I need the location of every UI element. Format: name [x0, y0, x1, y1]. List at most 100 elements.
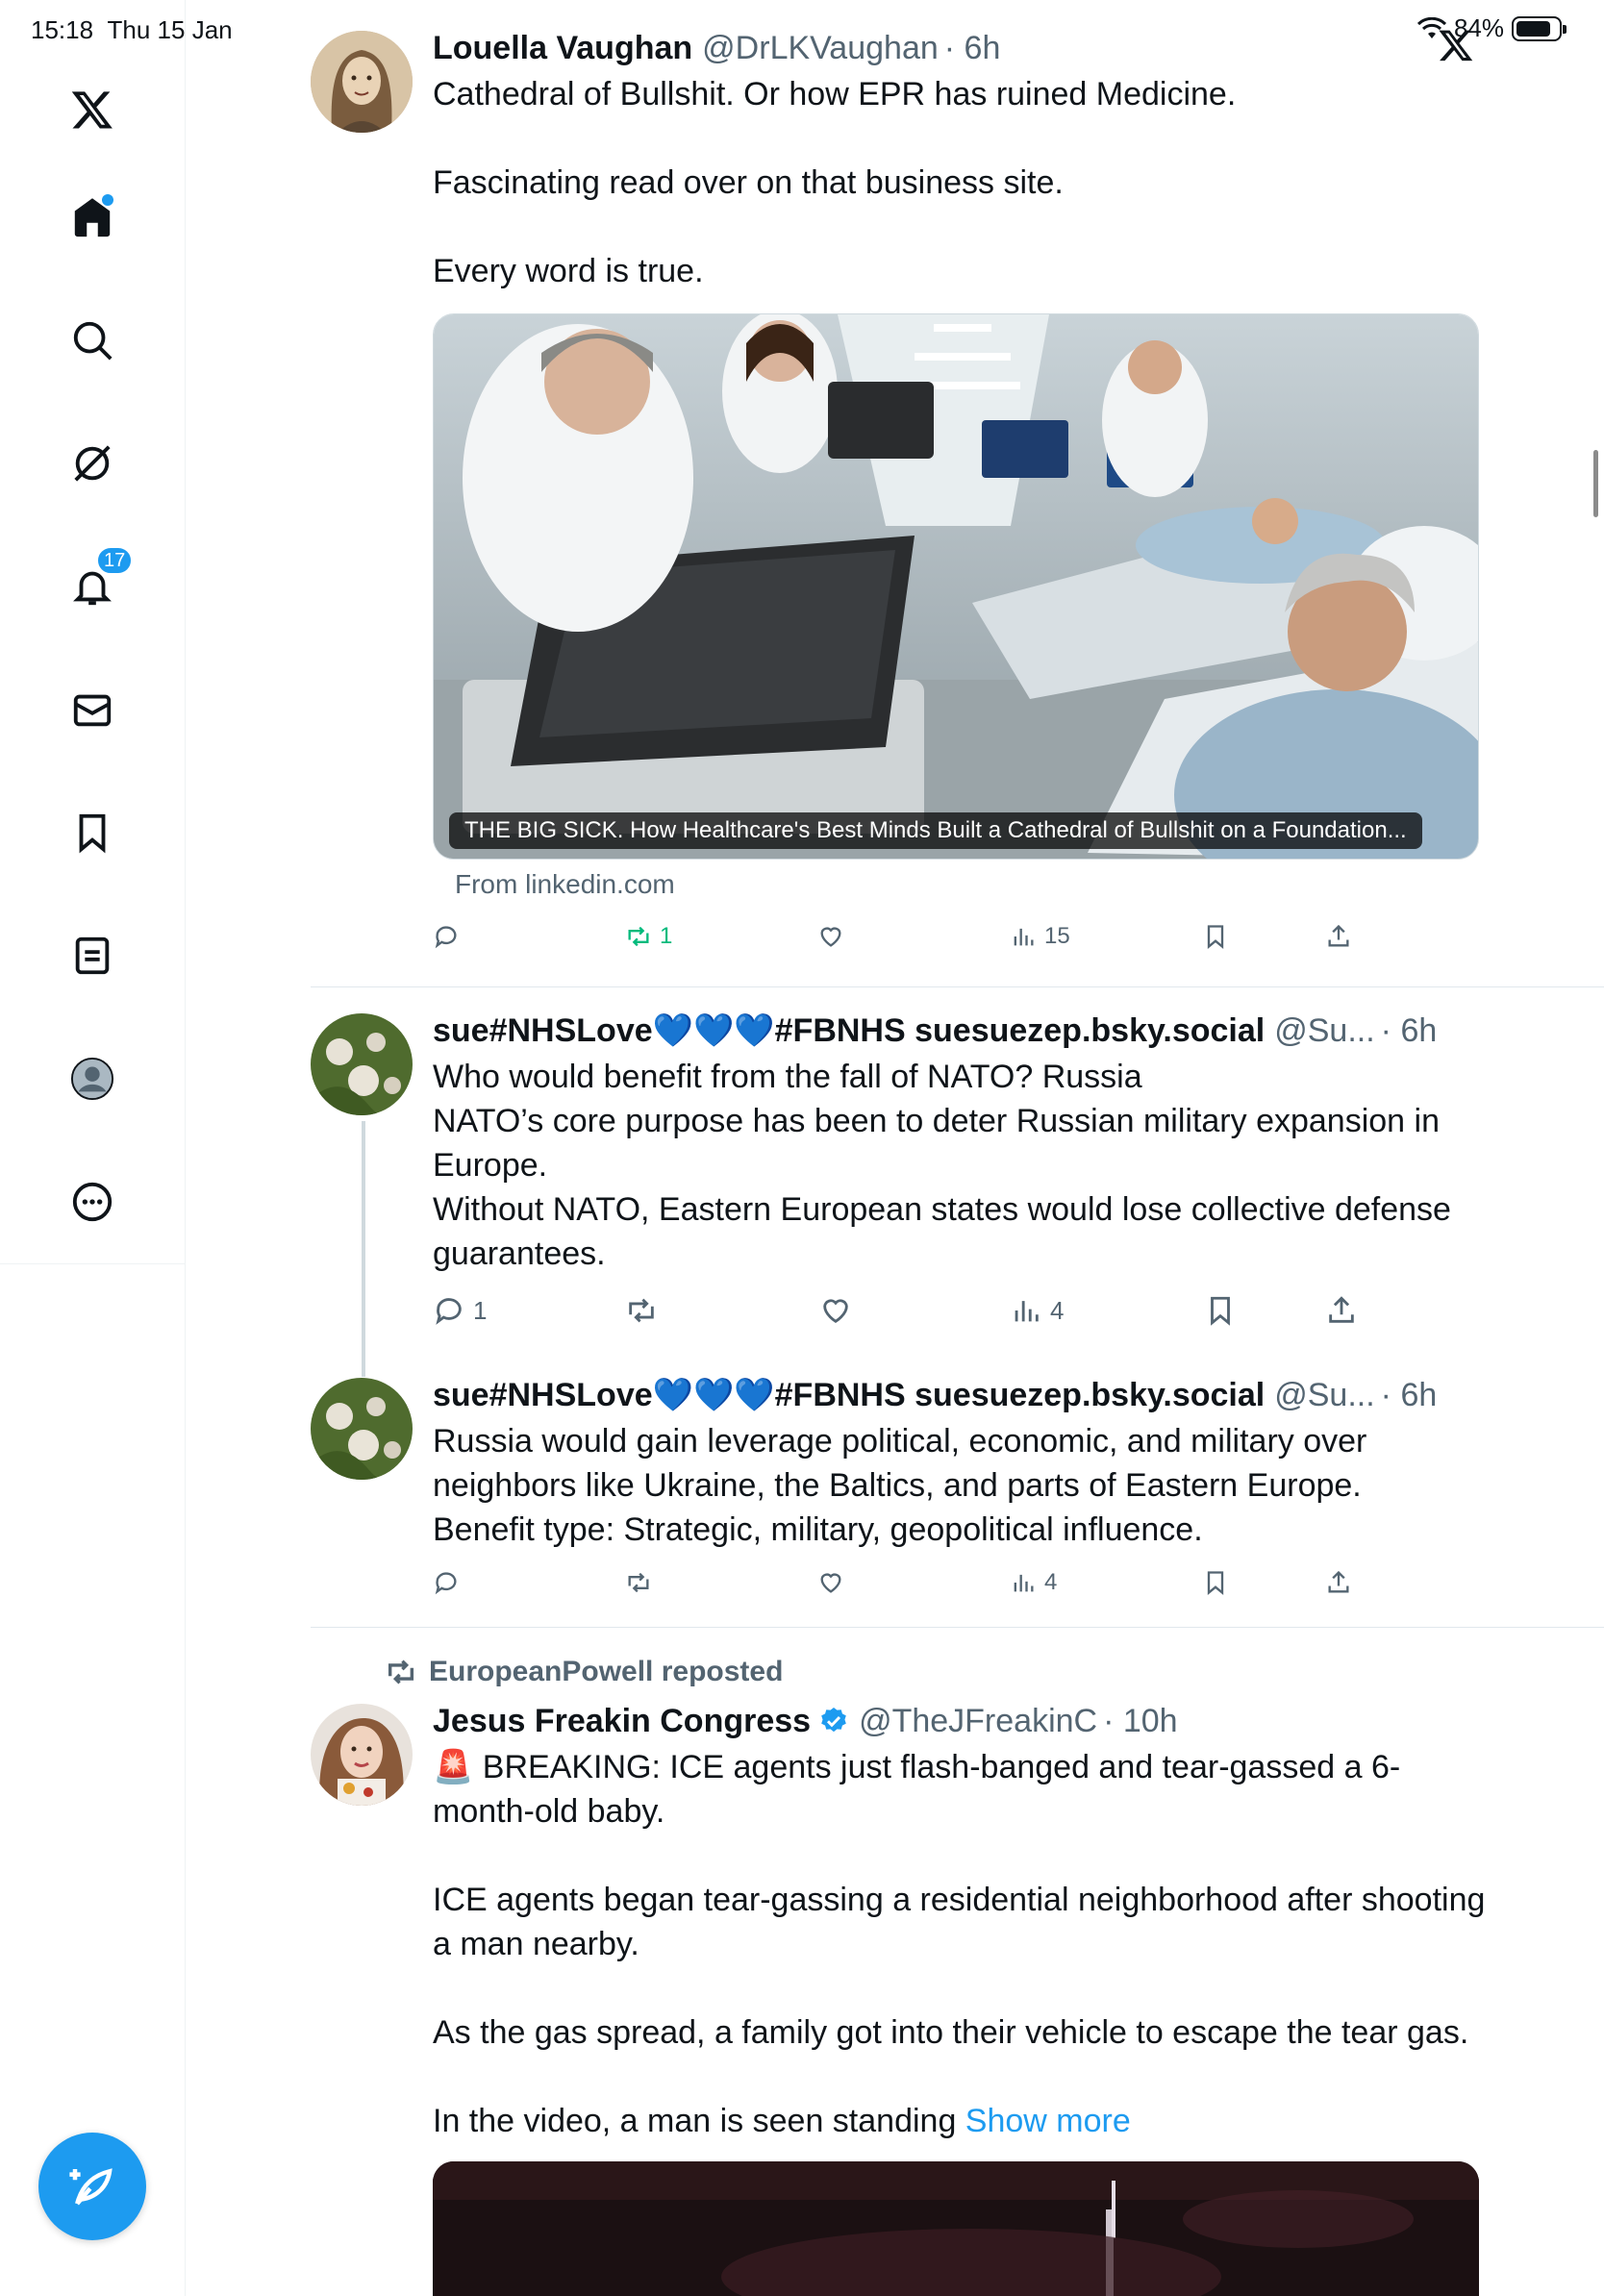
views-count: 15	[1044, 923, 1070, 949]
tweet-text: Russia would gain leverage political, ec…	[433, 1423, 1367, 1548]
share-button[interactable]	[1325, 1294, 1358, 1327]
avatar[interactable]	[311, 1013, 413, 1115]
like-button[interactable]	[817, 923, 852, 950]
video-thumbnail	[433, 2161, 1479, 2296]
repost-button[interactable]: 1	[625, 923, 672, 950]
author-name[interactable]: sue#NHSLove💙💙💙#FBNHS suesuezep.bsky.soci…	[433, 1011, 1265, 1050]
reply-button[interactable]	[433, 1569, 467, 1596]
bookmark-button[interactable]	[1202, 923, 1229, 950]
bookmark-icon	[1211, 1296, 1230, 1326]
tweet-actions: 1 15	[433, 923, 1356, 961]
share-button[interactable]	[1325, 923, 1352, 950]
post-time[interactable]: · 6h	[1381, 1012, 1438, 1050]
repost-icon	[388, 1660, 414, 1685]
link-card[interactable]: THE BIG SICK. How Healthcare's Best Mind…	[433, 313, 1479, 860]
views-button[interactable]: 4	[1010, 1569, 1057, 1596]
tweet-header: sue#NHSLove💙💙💙#FBNHS suesuezep.bsky.soci…	[433, 1376, 1604, 1414]
views-button[interactable]: 4	[1010, 1294, 1064, 1327]
views-count: 4	[1044, 1569, 1058, 1595]
views-bar-icon	[1014, 928, 1034, 946]
author-name[interactable]: Louella Vaughan	[433, 30, 692, 67]
messages-envelope-icon[interactable]	[65, 683, 119, 736]
lists-icon[interactable]	[65, 929, 119, 983]
share-icon	[1328, 924, 1349, 947]
post-time[interactable]: · 10h	[1103, 1703, 1178, 1740]
author-handle[interactable]: @DrLKVaughan	[702, 30, 939, 67]
views-bar-icon	[1014, 1574, 1034, 1592]
card-source[interactable]: From linkedin.com	[455, 869, 675, 900]
author-name[interactable]: sue#NHSLove💙💙💙#FBNHS suesuezep.bsky.soci…	[433, 1376, 1265, 1414]
tweet-louella-vaughan[interactable]: Louella Vaughan @DrLKVaughan · 6h Cathed…	[311, 29, 1604, 981]
compose-feather-icon	[69, 2168, 113, 2206]
home-icon[interactable]	[65, 190, 119, 244]
repost-icon	[628, 926, 649, 947]
avatar[interactable]	[311, 1704, 413, 1806]
tweet-actions: 4	[433, 1569, 1356, 1608]
x-logo-icon[interactable]	[1438, 27, 1474, 63]
tweet-sue-nato-1[interactable]: sue#NHSLove💙💙💙#FBNHS suesuezep.bsky.soci…	[311, 1010, 1604, 1327]
bookmark-icon	[1207, 925, 1224, 949]
bookmark-button[interactable]	[1202, 1569, 1229, 1596]
post-time[interactable]: · 6h	[944, 30, 1001, 67]
heart-icon	[820, 1573, 841, 1593]
views-button[interactable]: 15	[1010, 923, 1070, 950]
tweet-sue-nato-2[interactable]: sue#NHSLove💙💙💙#FBNHS suesuezep.bsky.soci…	[311, 1374, 1604, 1614]
tweet-text: Who would benefit from the fall of NATO?…	[433, 1059, 1451, 1272]
bookmarks-icon[interactable]	[65, 806, 119, 860]
tweet-header: Jesus Freakin Congress @TheJFreakinC · 1…	[433, 1702, 1604, 1740]
repost-icon	[629, 1298, 654, 1323]
show-more-link[interactable]: Show more	[965, 2103, 1131, 2139]
tweet-text: 🚨 BREAKING: ICE agents just flash-banged…	[433, 1745, 1491, 2143]
reposted-by: EuropeanPowell reposted	[429, 1656, 784, 1687]
like-button[interactable]	[817, 1569, 852, 1596]
author-handle[interactable]: @TheJFreakinC	[859, 1703, 1097, 1740]
tweet-actions: 1 4	[433, 1294, 1356, 1333]
tweet-separator	[311, 986, 1604, 987]
heart-icon	[820, 927, 841, 947]
sidebar-divider	[0, 1263, 186, 1264]
avatar[interactable]	[311, 31, 413, 133]
tweet-header: sue#NHSLove💙💙💙#FBNHS suesuezep.bsky.soci…	[433, 1011, 1604, 1050]
sidebar: 17	[0, 0, 186, 2296]
repost-button[interactable]	[625, 1569, 660, 1596]
avatar[interactable]	[311, 1378, 413, 1480]
author-handle[interactable]: @Su...	[1274, 1012, 1374, 1050]
author-handle[interactable]: @Su...	[1274, 1377, 1374, 1414]
tweet-header: Louella Vaughan @DrLKVaughan · 6h	[433, 29, 1604, 67]
card-caption: THE BIG SICK. How Healthcare's Best Mind…	[449, 812, 1422, 849]
x-logo-icon[interactable]	[65, 83, 119, 137]
notifications-badge: 17	[96, 546, 134, 575]
repost-count: 1	[660, 923, 673, 949]
author-name[interactable]: Jesus Freakin Congress	[433, 1703, 811, 1740]
verified-badge-icon	[821, 1708, 846, 1733]
reply-icon	[436, 1298, 462, 1325]
repost-context[interactable]: EuropeanPowell reposted	[385, 1656, 783, 1688]
tweet-jesus-freakin-congress[interactable]: Jesus Freakin Congress @TheJFreakinC · 1…	[311, 1700, 1604, 2296]
more-circle-icon[interactable]	[65, 1175, 119, 1229]
like-button[interactable]	[819, 1294, 860, 1327]
tweet-text: Cathedral of Bullshit. Or how EPR has ru…	[433, 76, 1237, 289]
profile-avatar-icon[interactable]	[65, 1052, 119, 1106]
bookmark-icon	[1207, 1571, 1224, 1595]
tweet-text-body: 🚨 BREAKING: ICE agents just flash-banged…	[433, 1749, 1486, 2139]
share-button[interactable]	[1325, 1569, 1352, 1596]
views-bar-icon	[1015, 1301, 1039, 1322]
heart-icon	[823, 1299, 848, 1324]
unread-dot	[102, 194, 113, 206]
reply-button[interactable]	[433, 923, 467, 950]
views-count: 4	[1050, 1295, 1065, 1325]
repost-button[interactable]	[625, 1294, 665, 1327]
bookmark-button[interactable]	[1204, 1294, 1237, 1327]
search-icon[interactable]	[65, 313, 119, 367]
tweet-separator	[311, 1627, 1604, 1628]
video-media[interactable]	[433, 2161, 1479, 2296]
share-icon	[1329, 1296, 1354, 1323]
notifications-bell-icon[interactable]: 17	[65, 546, 134, 613]
card-image	[434, 314, 1478, 859]
reply-count: 1	[473, 1295, 488, 1325]
compose-post-button[interactable]	[38, 2133, 146, 2240]
repost-icon	[628, 1572, 649, 1593]
post-time[interactable]: · 6h	[1381, 1377, 1438, 1414]
grok-icon[interactable]	[65, 437, 119, 490]
reply-button[interactable]: 1	[433, 1294, 487, 1327]
